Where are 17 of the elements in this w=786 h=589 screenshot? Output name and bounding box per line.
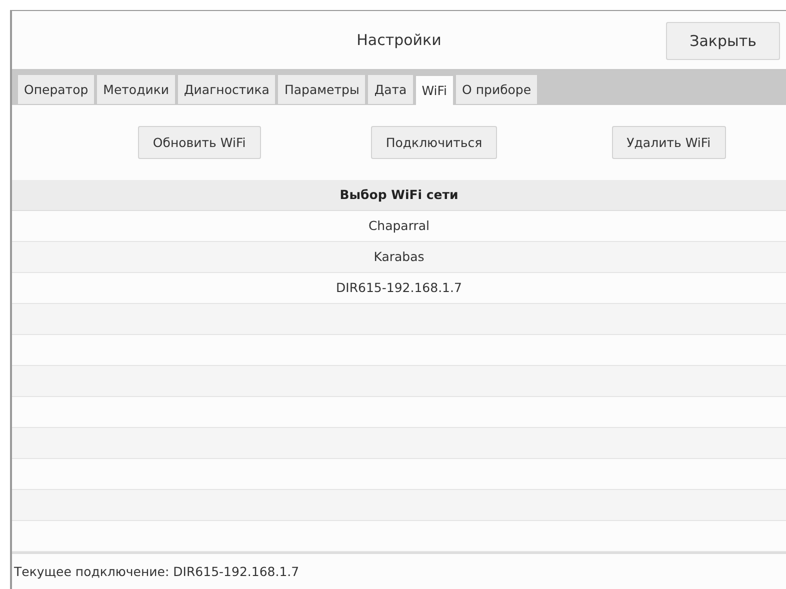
network-row[interactable]: DIR615-192.168.1.7 bbox=[12, 272, 786, 304]
tab[interactable]: Оператор bbox=[18, 75, 94, 104]
tab[interactable]: Дата bbox=[368, 75, 413, 104]
window-title: Настройки bbox=[356, 30, 442, 49]
tab[interactable]: WiFi bbox=[416, 76, 454, 106]
tab[interactable]: Параметры bbox=[278, 75, 366, 104]
status-text: Текущее подключение: DIR615-192.168.1.7 bbox=[12, 552, 786, 589]
tab[interactable]: Методики bbox=[97, 75, 176, 104]
tab[interactable]: Диагностика bbox=[178, 75, 276, 104]
close-button[interactable]: Закрыть bbox=[666, 22, 780, 60]
action-button[interactable]: Обновить WiFi bbox=[138, 126, 261, 159]
action-button[interactable]: Удалить WiFi bbox=[612, 126, 726, 159]
action-button[interactable]: Подключиться bbox=[370, 126, 498, 159]
network-row[interactable]: Karabas bbox=[12, 242, 786, 273]
tab[interactable]: О приборе bbox=[456, 75, 538, 104]
network-row[interactable]: Chaparral bbox=[12, 210, 786, 242]
table-header: Выбор WiFi сети bbox=[12, 180, 786, 211]
